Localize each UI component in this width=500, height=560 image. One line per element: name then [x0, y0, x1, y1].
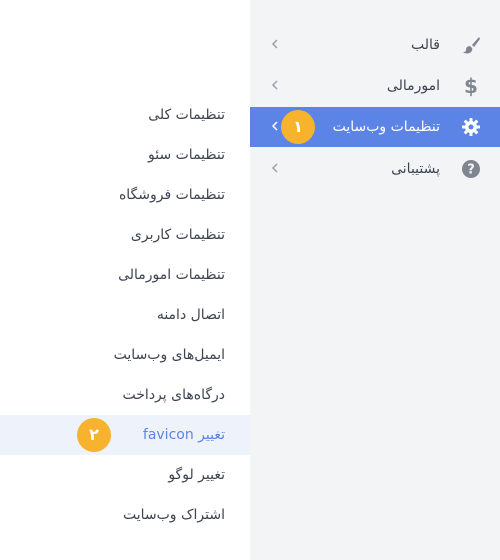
- submenu-item-label: تنظیمات امورمالی: [118, 267, 225, 283]
- submenu-item-change-favicon[interactable]: تغییر favicon ۲: [0, 415, 250, 455]
- sidebar-item-label: امورمالی: [386, 78, 440, 94]
- chevron-left-icon: [268, 37, 282, 51]
- submenu-item-payment-gateways[interactable]: درگاه‌های پرداخت: [0, 375, 250, 415]
- sidebar-item-website-settings[interactable]: تنظیمات وب‌سایت ۱: [250, 107, 500, 147]
- submenu-item-label: اشتراک وب‌سایت: [122, 507, 225, 523]
- sidebar-item-label: تنظیمات وب‌سایت: [332, 119, 440, 135]
- sidebar-item-finance[interactable]: $ امورمالی: [250, 66, 500, 106]
- chevron-left-icon: [268, 161, 282, 175]
- submenu-item-change-logo[interactable]: تغییر لوگو: [0, 455, 250, 495]
- main-sidebar: قالب $ امورمالی: [250, 0, 500, 560]
- submenu-item-general-settings[interactable]: تنظیمات کلی: [0, 95, 250, 135]
- submenu-item-website-subscription[interactable]: اشتراک وب‌سایت: [0, 495, 250, 535]
- submenu-item-label: تغییر لوگو: [168, 467, 225, 483]
- sidebar-item-label: قالب: [411, 37, 440, 53]
- submenu-item-user-settings[interactable]: تنظیمات کاربری: [0, 215, 250, 255]
- submenu-item-seo-settings[interactable]: تنظیمات سئو: [0, 135, 250, 175]
- submenu-item-website-emails[interactable]: ایمیل‌های وب‌سایت: [0, 335, 250, 375]
- gear-icon: [460, 117, 482, 137]
- submenu-item-label: تنظیمات کلی: [148, 107, 225, 123]
- submenu-item-shop-settings[interactable]: تنظیمات فروشگاه: [0, 175, 250, 215]
- submenu-item-label: اتصال دامنه: [156, 307, 225, 323]
- submenu-item-label: تغییر favicon: [142, 427, 225, 443]
- submenu-item-label: تنظیمات سئو: [147, 147, 225, 163]
- sidebar-item-support[interactable]: ? پشتیبانی: [250, 149, 500, 189]
- submenu-item-finance-settings[interactable]: تنظیمات امورمالی: [0, 255, 250, 295]
- step-badge: ۱: [281, 110, 315, 144]
- submenu-item-label: تنظیمات کاربری: [130, 227, 225, 243]
- sidebar-item-template[interactable]: قالب: [250, 25, 500, 65]
- brush-icon: [460, 35, 482, 55]
- submenu-item-domain-connection[interactable]: اتصال دامنه: [0, 295, 250, 335]
- svg-text:?: ?: [467, 163, 475, 178]
- question-circle-icon: ?: [460, 159, 482, 179]
- chevron-left-icon: [268, 119, 282, 133]
- submenu-item-label: درگاه‌های پرداخت: [122, 387, 225, 403]
- sidebar-item-label: پشتیبانی: [391, 161, 440, 177]
- dollar-icon: $: [464, 74, 478, 98]
- submenu-item-label: ایمیل‌های وب‌سایت: [113, 347, 225, 363]
- step-badge: ۲: [77, 418, 111, 452]
- chevron-left-icon: [268, 78, 282, 92]
- submenu-item-label: تنظیمات فروشگاه: [118, 187, 225, 203]
- website-settings-submenu: تنظیمات کلی تنظیمات سئو تنظیمات فروشگاه …: [0, 95, 250, 535]
